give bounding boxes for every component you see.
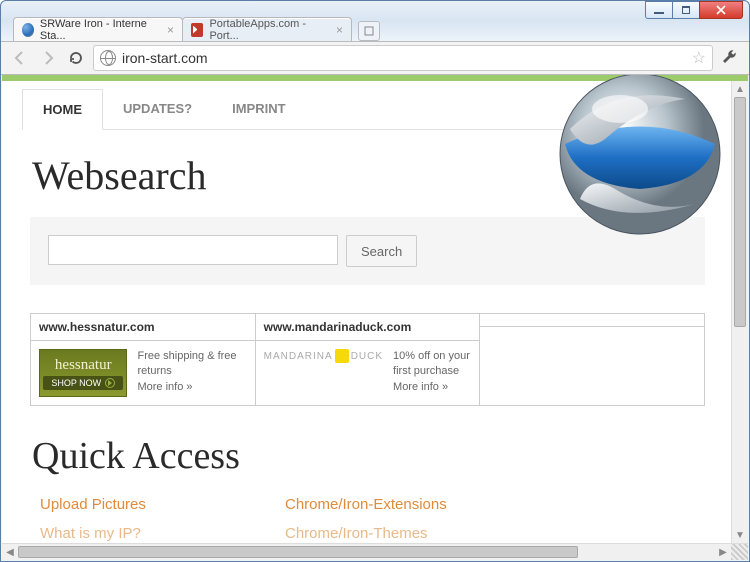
back-button[interactable] [9,47,31,69]
vertical-scrollbar[interactable]: ▲ ▼ [731,81,748,543]
page-content: HOME UPDATES? IMPRINT Websearch Search w… [2,89,731,542]
ad-hessnatur: www.hessnatur.com hessnatur SHOP NOW Fre… [31,314,256,405]
logo-part-left: MANDARINA [264,351,333,362]
minimize-button[interactable] [645,1,673,19]
tab-close-icon[interactable]: × [330,23,343,37]
scroll-right-icon[interactable]: ▶ [715,544,731,560]
ad-copy: 10% off on your first purchase [393,349,471,380]
resize-grip-icon[interactable] [731,544,748,560]
portableapps-favicon-icon [191,23,203,37]
ad-domain: www.hessnatur.com [31,314,255,341]
tab-title: SRWare Iron - Interne Sta... [40,18,155,42]
srware-iron-logo-icon [555,75,725,239]
tab-portableapps[interactable]: PortableApps.com - Port... × [182,17,352,41]
bookmark-star-icon[interactable]: ☆ [692,48,706,68]
address-bar[interactable]: iron-start.com ☆ [93,45,713,71]
sponsored-row: www.hessnatur.com hessnatur SHOP NOW Fre… [30,313,705,406]
search-button[interactable]: Search [346,235,417,267]
tab-iron-start[interactable]: SRWare Iron - Interne Sta... × [13,17,183,41]
nav-home[interactable]: HOME [22,89,103,130]
scroll-left-icon[interactable]: ◀ [2,544,18,560]
tab-close-icon[interactable]: × [161,23,174,37]
ad-mandarinaduck: www.mandarinaduck.com MANDARINA DUCK 10%… [256,314,481,405]
quick-links: Upload Pictures What is my IP? Chrome/Ir… [22,496,713,542]
banner-cta: SHOP NOW [51,378,101,388]
link-upload-pictures[interactable]: Upload Pictures [40,496,285,513]
browser-window: SRWare Iron - Interne Sta... × PortableA… [0,0,750,562]
logo-part-right: DUCK [351,351,383,362]
iron-favicon-icon [22,23,34,37]
reload-button[interactable] [65,47,87,69]
url-text: iron-start.com [122,50,686,66]
horizontal-scrollbar[interactable]: ◀ ▶ [2,543,748,560]
play-icon [105,378,115,388]
forward-button[interactable] [37,47,59,69]
link-extensions[interactable]: Chrome/Iron-Extensions [285,496,530,513]
toolbar: iron-start.com ☆ [1,41,749,75]
ad-domain: www.mandarinaduck.com [256,314,480,341]
nav-imprint[interactable]: IMPRINT [212,89,305,129]
ad-domain [480,314,704,327]
scroll-down-icon[interactable]: ▼ [732,527,748,543]
new-tab-button[interactable] [358,21,380,41]
ad-copy: Free shipping & free returns [137,349,246,380]
window-controls [646,1,743,19]
search-input[interactable] [48,235,338,265]
hessnatur-banner[interactable]: hessnatur SHOP NOW [39,349,127,397]
maximize-button[interactable] [672,1,700,19]
close-button[interactable] [699,1,743,19]
ad-more-link[interactable]: More info » [137,381,192,393]
ad-more-link[interactable]: More info » [393,381,448,393]
wrench-menu-button[interactable] [719,48,741,69]
scroll-thumb[interactable] [734,97,746,327]
globe-icon [100,50,116,66]
ad-empty [480,314,704,405]
scroll-thumb[interactable] [18,546,578,558]
quickaccess-heading: Quick Access [32,434,713,478]
nav-updates[interactable]: UPDATES? [103,89,212,129]
tab-title: PortableApps.com - Port... [209,18,324,42]
scroll-up-icon[interactable]: ▲ [732,81,748,97]
link-what-is-my-ip[interactable]: What is my IP? [40,525,285,542]
viewport: HOME UPDATES? IMPRINT Websearch Search w… [2,75,748,543]
tab-strip: SRWare Iron - Interne Sta... × PortableA… [1,15,749,41]
banner-logo-text: hessnatur [55,357,112,374]
link-themes[interactable]: Chrome/Iron-Themes [285,525,530,542]
duck-icon [335,349,349,363]
mandarinaduck-logo[interactable]: MANDARINA DUCK [264,349,383,363]
